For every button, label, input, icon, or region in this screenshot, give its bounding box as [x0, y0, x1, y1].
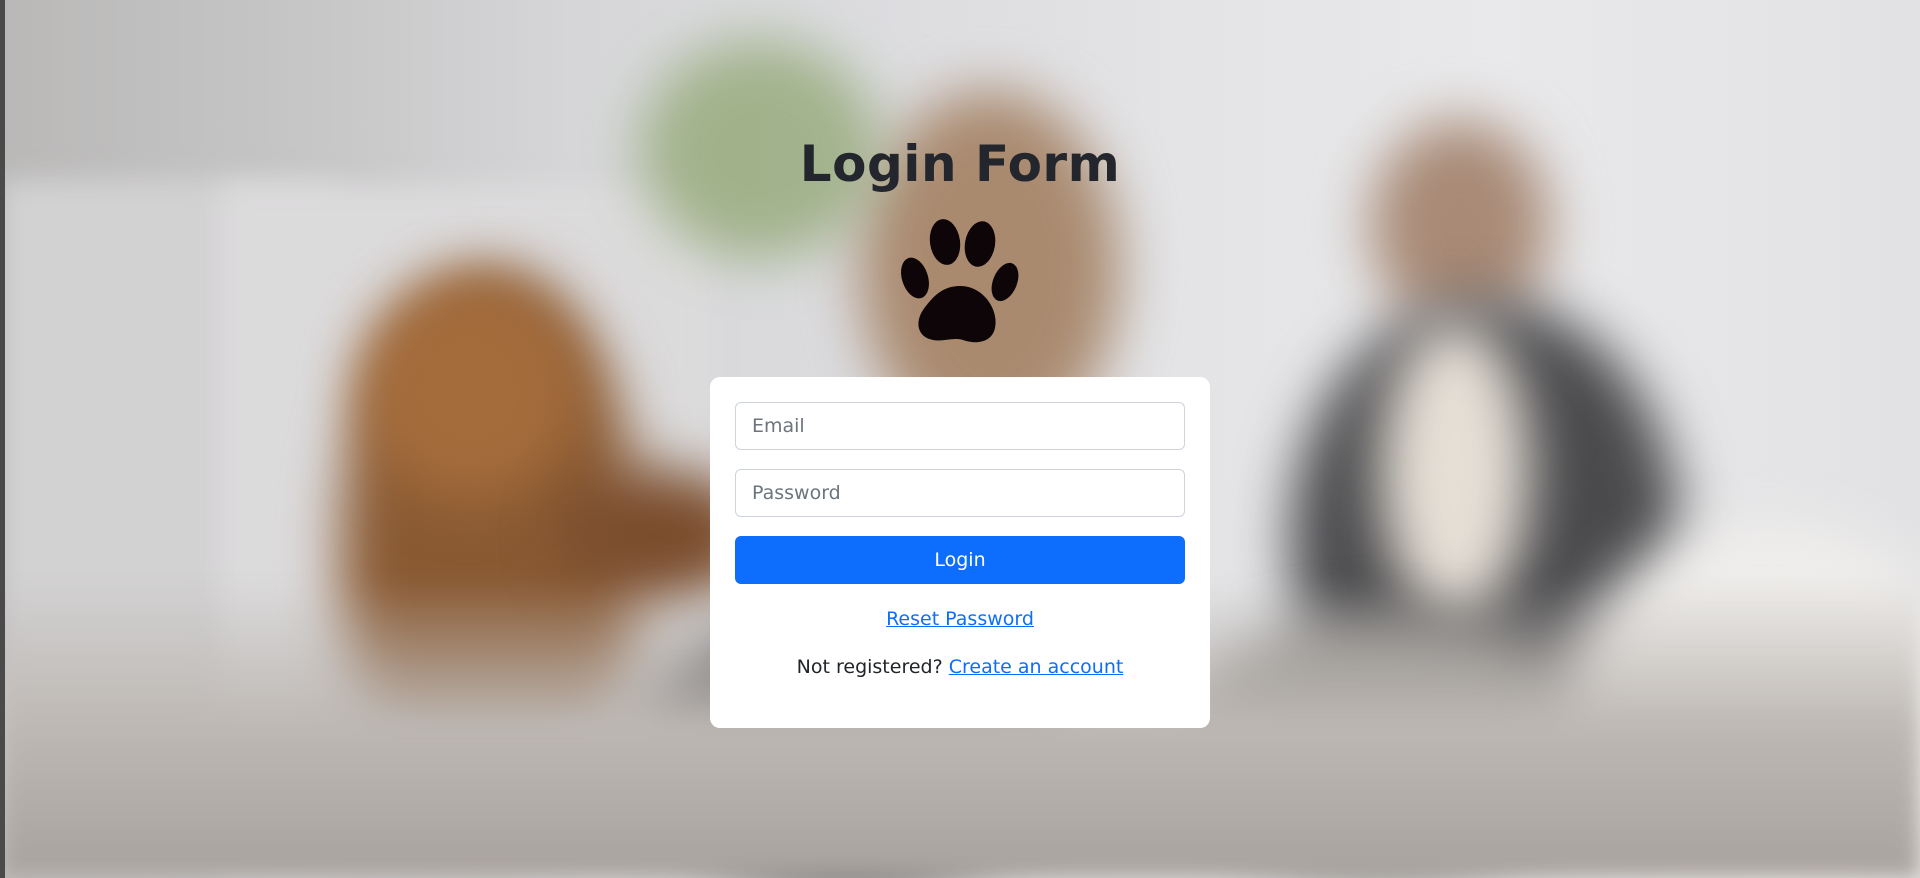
password-field[interactable]: [735, 469, 1185, 517]
login-button[interactable]: Login: [735, 536, 1185, 584]
register-prompt: Not registered?: [796, 656, 943, 678]
paw-print-icon: [901, 219, 1019, 343]
reset-password-row: Reset Password: [735, 608, 1185, 630]
page-title: Login Form: [799, 135, 1121, 193]
create-account-link[interactable]: Create an account: [949, 656, 1124, 678]
email-field[interactable]: [735, 402, 1185, 450]
reset-password-link[interactable]: Reset Password: [886, 608, 1034, 630]
login-card: Login Reset Password Not registered? Cre…: [710, 377, 1210, 728]
login-header: Login Form: [0, 0, 1920, 346]
register-row: Not registered? Create an account: [735, 656, 1185, 678]
